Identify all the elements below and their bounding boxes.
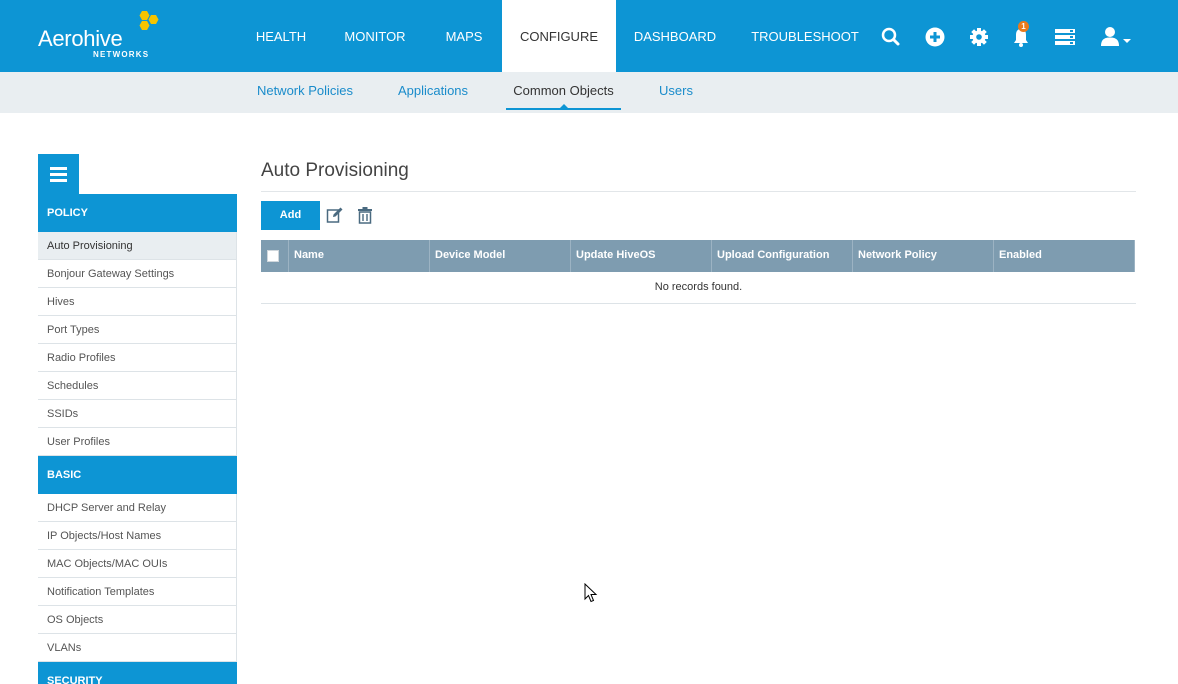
sidebar: POLICY Auto Provisioning Bonjour Gateway… <box>38 194 237 684</box>
gear-icon[interactable] <box>966 24 992 50</box>
edit-icon[interactable] <box>326 206 344 224</box>
nav-dashboard[interactable]: DASHBOARD <box>628 0 722 72</box>
sidebar-item-auto-provisioning[interactable]: Auto Provisioning <box>38 232 237 260</box>
column-upload-configuration[interactable]: Upload Configuration <box>712 240 853 272</box>
search-icon[interactable] <box>878 24 904 50</box>
table-header: Name Device Model Update HiveOS Upload C… <box>261 240 1135 272</box>
nav-maps[interactable]: MAPS <box>436 0 492 72</box>
tab-users[interactable]: Users <box>656 72 696 110</box>
column-device-model[interactable]: Device Model <box>430 240 571 272</box>
notification-badge: 1 <box>1018 21 1029 32</box>
select-all-checkbox[interactable] <box>267 250 279 262</box>
tab-common-objects[interactable]: Common Objects <box>506 72 621 110</box>
sidebar-section-policy[interactable]: POLICY <box>38 194 237 232</box>
logo-subtext: NETWORKS <box>93 50 150 59</box>
empty-table-message: No records found. <box>261 272 1136 304</box>
sidebar-section-basic[interactable]: BASIC <box>38 456 237 494</box>
sidebar-item-schedules[interactable]: Schedules <box>38 372 237 400</box>
sidebar-section-security[interactable]: SECURITY <box>38 662 237 684</box>
tab-network-policies[interactable]: Network Policies <box>254 72 356 110</box>
sidebar-item-port-types[interactable]: Port Types <box>38 316 237 344</box>
trash-icon[interactable] <box>356 206 374 224</box>
sidebar-item-user-profiles[interactable]: User Profiles <box>38 428 237 456</box>
tab-applications[interactable]: Applications <box>394 72 472 110</box>
nav-configure[interactable]: CONFIGURE <box>502 0 616 72</box>
nav-health[interactable]: HEALTH <box>244 0 318 72</box>
add-button[interactable]: Add <box>261 201 320 230</box>
sidebar-item-hives[interactable]: Hives <box>38 288 237 316</box>
top-navigation-bar: Aerohive NETWORKS HEALTH MONITOR MAPS CO… <box>0 0 1178 72</box>
aerohive-logo[interactable]: Aerohive NETWORKS <box>38 10 168 62</box>
sidebar-item-mac-objects-mac-ouis[interactable]: MAC Objects/MAC OUIs <box>38 550 237 578</box>
page-title: Auto Provisioning <box>261 160 409 181</box>
column-enabled[interactable]: Enabled <box>994 240 1135 272</box>
bell-icon[interactable]: 1 <box>1008 21 1034 50</box>
mouse-pointer-icon <box>584 583 598 603</box>
server-stack-icon[interactable] <box>1052 24 1078 50</box>
logo-wordmark: Aerohive <box>38 26 123 51</box>
add-circle-icon[interactable] <box>922 24 948 50</box>
sidebar-item-ssids[interactable]: SSIDs <box>38 400 237 428</box>
sidebar-item-os-objects[interactable]: OS Objects <box>38 606 237 634</box>
title-divider <box>261 191 1136 192</box>
hamburger-menu-button[interactable] <box>38 154 79 194</box>
column-network-policy[interactable]: Network Policy <box>853 240 994 272</box>
nav-troubleshoot[interactable]: TROUBLESHOOT <box>748 0 862 72</box>
sub-navigation: Network Policies Applications Common Obj… <box>0 72 1178 113</box>
sidebar-item-dhcp-server-and-relay[interactable]: DHCP Server and Relay <box>38 494 237 522</box>
hexagon-cluster-icon <box>139 11 159 30</box>
tab-common-objects-label: Common Objects <box>513 83 614 98</box>
nav-monitor[interactable]: MONITOR <box>336 0 414 72</box>
column-update-hiveos[interactable]: Update HiveOS <box>571 240 712 272</box>
sidebar-item-ip-objects-host-names[interactable]: IP Objects/Host Names <box>38 522 237 550</box>
user-menu-icon[interactable] <box>1098 24 1136 50</box>
sidebar-item-notification-templates[interactable]: Notification Templates <box>38 578 237 606</box>
sidebar-item-vlans[interactable]: VLANs <box>38 634 237 662</box>
column-name[interactable]: Name <box>289 240 430 272</box>
sidebar-item-bonjour-gateway-settings[interactable]: Bonjour Gateway Settings <box>38 260 237 288</box>
active-tab-caret <box>559 104 568 108</box>
select-all-cell <box>261 240 289 272</box>
sidebar-item-radio-profiles[interactable]: Radio Profiles <box>38 344 237 372</box>
